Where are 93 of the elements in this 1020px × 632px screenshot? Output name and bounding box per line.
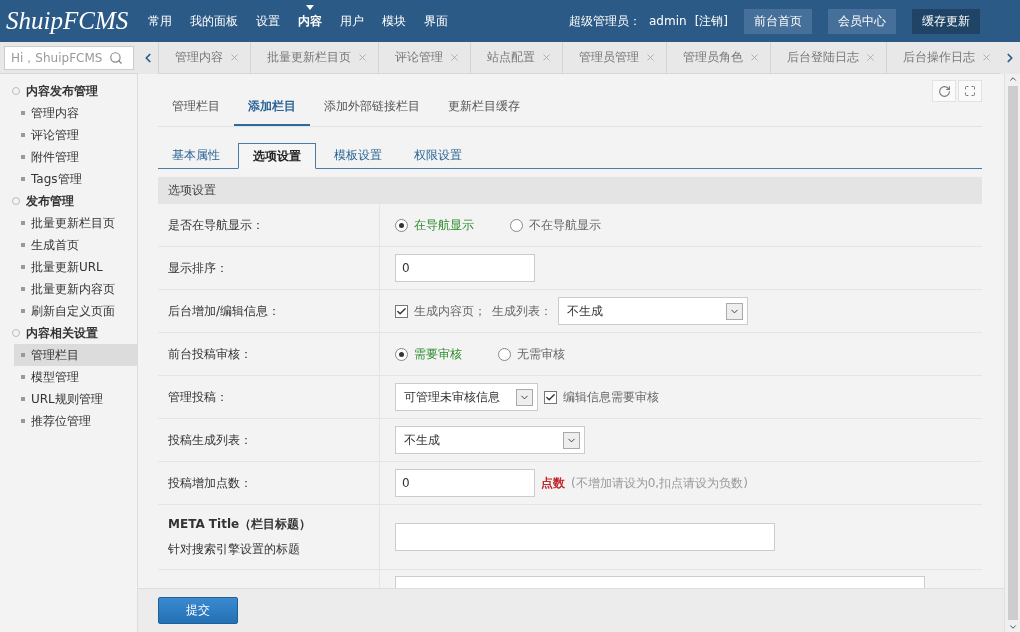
scrollbar[interactable] bbox=[1004, 74, 1020, 632]
sidebar-item[interactable]: 批量更新栏目页 bbox=[14, 212, 138, 234]
sidebar-item[interactable]: 管理内容 bbox=[14, 102, 138, 124]
tab[interactable]: 权限设置 bbox=[400, 143, 476, 168]
sidebar-item[interactable]: 生成首页 bbox=[14, 234, 138, 256]
close-icon[interactable] bbox=[449, 52, 460, 63]
field-label: META Title（栏目标题） bbox=[168, 516, 313, 533]
unit-label: 点数 bbox=[541, 474, 565, 492]
open-tab[interactable]: 后台登陆日志 bbox=[770, 41, 886, 74]
nav-item[interactable]: 设置 bbox=[248, 3, 288, 39]
close-icon[interactable] bbox=[357, 52, 368, 63]
fullscreen-button[interactable] bbox=[958, 80, 982, 102]
header-button[interactable]: 会员中心 bbox=[828, 8, 896, 34]
sidebar-item[interactable]: URL规则管理 bbox=[14, 388, 138, 410]
username: admin bbox=[649, 14, 687, 28]
sidebar-item[interactable]: Tags管理 bbox=[14, 168, 138, 190]
radio-option[interactable]: 无需审核 bbox=[498, 345, 565, 363]
open-tab[interactable]: 管理员管理 bbox=[562, 41, 666, 74]
sidebar-item[interactable]: 管理栏目 bbox=[14, 344, 138, 366]
header-button[interactable]: 前台首页 bbox=[744, 8, 812, 34]
field-label: 是否在导航显示： bbox=[168, 216, 265, 234]
tab[interactable]: 添加外部链接栏目 bbox=[310, 88, 434, 126]
fullscreen-icon bbox=[964, 85, 976, 97]
radio-option[interactable]: 在导航显示 bbox=[395, 216, 474, 234]
nav-item[interactable]: 内容 bbox=[290, 3, 330, 39]
field-description: 针对搜索引擎设置的标题 bbox=[168, 541, 301, 558]
tab[interactable]: 模板设置 bbox=[320, 143, 396, 168]
sidebar-item[interactable]: 推荐位管理 bbox=[14, 410, 138, 432]
checkbox[interactable] bbox=[395, 304, 408, 318]
nav-item[interactable]: 用户 bbox=[332, 3, 372, 39]
close-icon[interactable] bbox=[541, 52, 552, 63]
input-field[interactable] bbox=[395, 523, 775, 551]
sidebar-group[interactable]: 内容相关设置 bbox=[0, 322, 137, 344]
tab[interactable]: 添加栏目 bbox=[234, 88, 310, 126]
nav-item[interactable]: 我的面板 bbox=[182, 3, 246, 39]
search-field[interactable]: Hi，ShuipFCMS bbox=[4, 45, 134, 70]
sidebar-group[interactable]: 内容发布管理 bbox=[0, 80, 137, 102]
field-label: 显示排序： bbox=[168, 259, 229, 277]
close-icon[interactable] bbox=[645, 52, 656, 63]
user-label: 超级管理员： bbox=[569, 12, 641, 30]
nav-item[interactable]: 常用 bbox=[140, 3, 180, 39]
checkbox-label: 生成内容页； bbox=[414, 302, 486, 320]
sidebar-item[interactable]: 模型管理 bbox=[14, 366, 138, 388]
tab[interactable]: 管理栏目 bbox=[158, 88, 234, 126]
scroll-up-icon bbox=[1007, 74, 1018, 84]
field-label: 投稿增加点数： bbox=[168, 474, 253, 492]
field-label: 后台增加/编辑信息： bbox=[168, 302, 282, 320]
close-icon[interactable] bbox=[749, 52, 760, 63]
field-label: 投稿生成列表： bbox=[168, 431, 253, 449]
checkbox[interactable] bbox=[544, 390, 557, 404]
submit-button[interactable]: 提交 bbox=[158, 597, 238, 624]
select-field[interactable]: 可管理未审核信息 bbox=[395, 383, 538, 411]
open-tab[interactable]: 管理员角色 bbox=[666, 41, 770, 74]
sidebar-item[interactable]: 附件管理 bbox=[14, 146, 138, 168]
close-icon[interactable] bbox=[229, 52, 240, 63]
select-field[interactable]: 不生成 bbox=[558, 297, 748, 325]
logo: ShuipFCMS bbox=[5, 7, 130, 35]
hint-text: (不增加请设为0,扣点请设为负数) bbox=[571, 474, 748, 492]
sidebar-item[interactable]: 批量更新URL bbox=[14, 256, 138, 278]
header-button[interactable]: 缓存更新 bbox=[912, 8, 980, 34]
caret-icon bbox=[726, 302, 743, 320]
radio-option[interactable]: 需要审核 bbox=[395, 345, 462, 363]
input-field[interactable]: 0 bbox=[395, 469, 535, 497]
open-tab[interactable]: 站点配置 bbox=[470, 41, 562, 74]
nav-item[interactable]: 模块 bbox=[374, 3, 414, 39]
sidebar-item[interactable]: 刷新自定义页面 bbox=[14, 300, 138, 322]
open-tab[interactable]: 评论管理 bbox=[378, 41, 470, 74]
field-label: 生成列表： bbox=[492, 302, 552, 320]
logout-link[interactable]: [注销] bbox=[694, 12, 728, 30]
tab[interactable]: 更新栏目缓存 bbox=[434, 88, 534, 126]
close-icon[interactable] bbox=[865, 52, 876, 63]
field-label: 前台投稿审核： bbox=[168, 345, 253, 363]
sidebar-group[interactable]: 发布管理 bbox=[0, 190, 137, 212]
refresh-icon bbox=[937, 84, 951, 98]
checkbox-label: 编辑信息需要审核 bbox=[563, 388, 659, 406]
scroll-down-icon bbox=[1007, 622, 1018, 632]
sidebar-item[interactable]: 评论管理 bbox=[14, 124, 138, 146]
caret-icon bbox=[563, 431, 580, 449]
open-tab[interactable]: 管理内容 bbox=[158, 41, 250, 74]
input-field[interactable]: 0 bbox=[395, 254, 535, 282]
section-title: 选项设置 bbox=[158, 177, 982, 204]
nav-item[interactable]: 界面 bbox=[416, 3, 456, 39]
sidebar-item[interactable]: 批量更新内容页 bbox=[14, 278, 138, 300]
radio-option[interactable]: 不在导航显示 bbox=[510, 216, 601, 234]
search-icon bbox=[109, 50, 123, 65]
caret-icon bbox=[516, 388, 533, 406]
close-icon[interactable] bbox=[981, 52, 992, 63]
tab[interactable]: 基本属性 bbox=[158, 143, 234, 168]
open-tab[interactable]: 批量更新栏目页 bbox=[250, 41, 378, 74]
field-label: 管理投稿： bbox=[168, 388, 229, 406]
select-field[interactable]: 不生成 bbox=[395, 426, 585, 454]
tab[interactable]: 选项设置 bbox=[238, 143, 316, 169]
refresh-button[interactable] bbox=[932, 80, 956, 102]
